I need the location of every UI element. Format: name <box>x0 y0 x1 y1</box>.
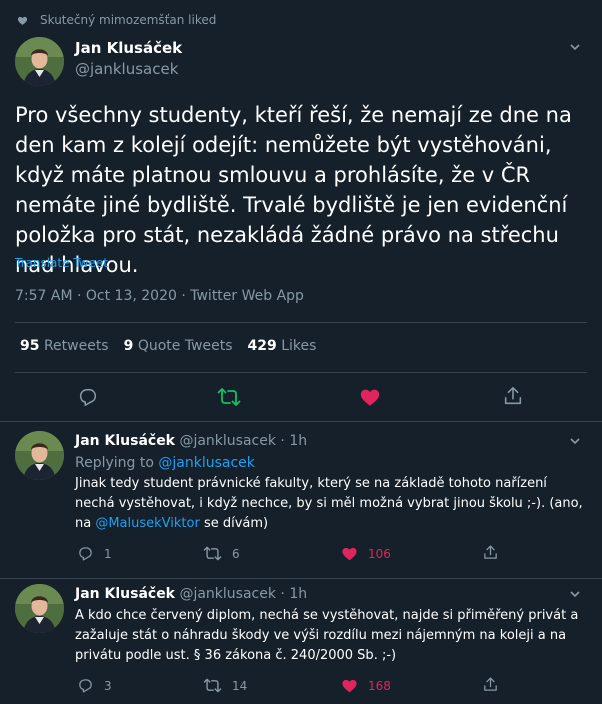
share-icon[interactable] <box>502 385 524 407</box>
reply-icon[interactable] <box>77 386 99 408</box>
reply-icon <box>79 679 92 693</box>
chevron-down-icon[interactable] <box>568 434 582 448</box>
share-icon[interactable] <box>482 676 499 693</box>
reply-button[interactable]: 1 <box>77 545 112 562</box>
replying-to: Replying to @janklusacek <box>75 455 255 471</box>
chevron-down-icon[interactable] <box>568 587 582 601</box>
reply-handle[interactable]: @janklusacek <box>179 433 276 449</box>
retweet-icon <box>203 546 222 561</box>
quote-tweets-stat[interactable]: 9 Quote Tweets <box>124 338 233 354</box>
tweet-text: Pro všechny studenty, kteří řeší, že nem… <box>15 103 572 277</box>
retweet-icon <box>203 678 222 693</box>
chevron-down-icon[interactable] <box>568 40 582 54</box>
like-button[interactable]: 106 <box>341 545 391 562</box>
reply-text: Jinak tedy student právnické fakulty, kt… <box>75 476 583 531</box>
author-handle[interactable]: @janklusacek <box>75 60 178 78</box>
like-icon <box>342 679 357 693</box>
reply-avatar[interactable] <box>15 431 64 480</box>
retweet-icon[interactable] <box>217 386 241 408</box>
retweet-button[interactable]: 6 <box>203 545 240 562</box>
reply-button[interactable]: 3 <box>77 677 112 694</box>
social-context: Skutečný mimozemšťan liked <box>17 13 216 27</box>
reply-header: Jan Klusáček @janklusacek · 1h <box>75 433 307 449</box>
retweet-button[interactable]: 14 <box>203 677 247 694</box>
reply-header: Jan Klusáček @janklusacek · 1h <box>75 586 307 602</box>
tweet-meta[interactable]: 7:57 AM · Oct 13, 2020 · Twitter Web App <box>15 288 304 304</box>
reply-text: A kdo chce červený diplom, nechá se vyst… <box>75 608 579 663</box>
heart-icon <box>17 16 28 25</box>
like-icon <box>342 547 357 561</box>
like-icon[interactable] <box>359 386 381 408</box>
reply-handle[interactable]: @janklusacek <box>179 586 276 602</box>
retweets-stat[interactable]: 95 Retweets <box>20 338 109 354</box>
replying-to-link[interactable]: @janklusacek <box>158 455 255 471</box>
share-icon[interactable] <box>482 544 499 561</box>
reply-icon <box>79 547 92 561</box>
reply-author-name[interactable]: Jan Klusáček <box>75 586 175 602</box>
author-name[interactable]: Jan Klusáček <box>75 39 182 57</box>
social-context-text: Skutečný mimozemšťan liked <box>40 13 217 27</box>
reply-author-name[interactable]: Jan Klusáček <box>75 433 175 449</box>
like-button[interactable]: 168 <box>341 677 391 694</box>
reply-time[interactable]: · 1h <box>280 586 307 602</box>
reply-avatar[interactable] <box>15 584 64 633</box>
reply-time[interactable]: · 1h <box>280 433 307 449</box>
translate-tweet-link[interactable]: Translate Tweet <box>15 256 108 270</box>
mention-link[interactable]: @MalusekViktor <box>95 516 199 531</box>
avatar[interactable] <box>15 37 64 86</box>
likes-stat[interactable]: 429 Likes <box>248 338 317 354</box>
tweet-stats: 95 Retweets 9 Quote Tweets 429 Likes <box>20 338 316 354</box>
